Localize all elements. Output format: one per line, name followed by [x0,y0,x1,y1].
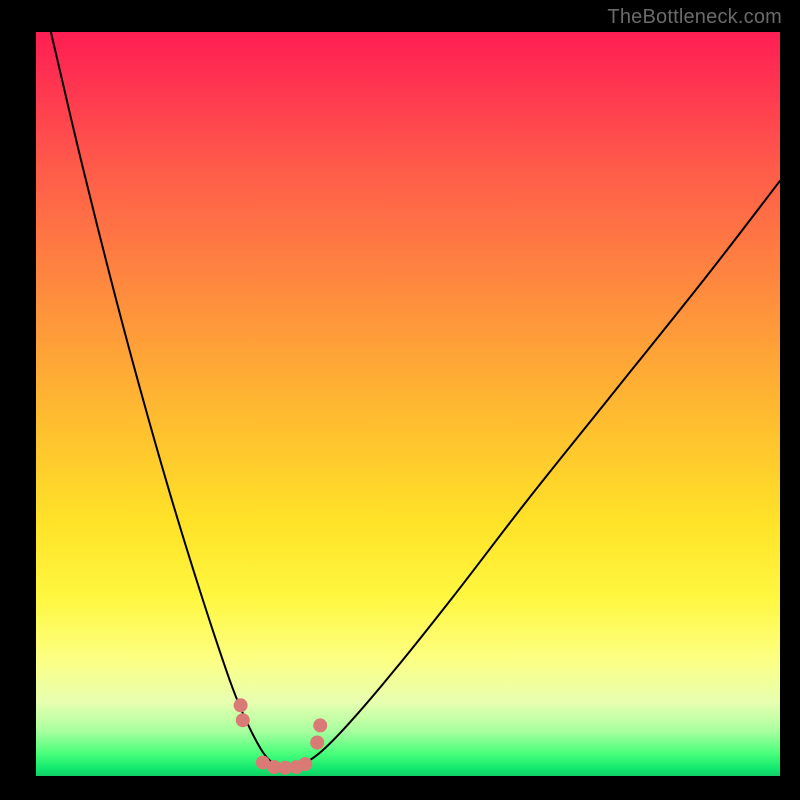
marker-dot [298,757,312,771]
marker-dot [234,698,248,712]
marker-dot [310,736,324,750]
watermark-text: TheBottleneck.com [607,6,782,29]
chart-frame: TheBottleneck.com [0,0,800,800]
plot-area [36,32,780,776]
marker-dot [236,713,250,727]
bottleneck-curve [51,32,780,769]
highlight-markers [234,698,328,775]
curve-layer [36,32,780,776]
marker-dot [313,718,327,732]
